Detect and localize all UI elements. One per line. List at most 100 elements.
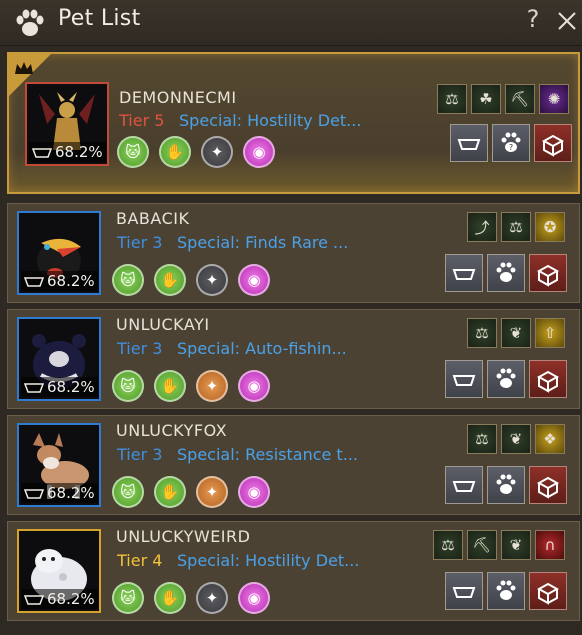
hunger-value: 68.2% — [47, 484, 95, 502]
pet-special: Special: Auto-fishin... — [177, 339, 347, 358]
pet-portrait[interactable]: 68.2% — [17, 529, 101, 613]
hostility-skill-icon: ⚖ — [437, 84, 467, 114]
hunger-value: 68.2% — [47, 590, 95, 608]
target-skill-icon: ✺ — [539, 84, 569, 114]
pouch-stat-icon: ◉ — [243, 136, 275, 168]
food-bowl-icon — [24, 383, 44, 393]
hunger-meter: 68.2% — [21, 589, 98, 609]
food-bowl-icon — [24, 489, 44, 499]
hand-stat-icon: ✋ — [154, 582, 186, 614]
svg-text:?: ? — [509, 143, 513, 152]
hostility-skill-icon: ⚖ — [433, 530, 463, 560]
compass-stat-icon: ✦ — [196, 264, 228, 296]
pet-tier: Tier 3 — [117, 339, 163, 358]
pet-portrait[interactable]: 68.2% — [25, 82, 109, 166]
weight-skill-icon: ⚖ — [467, 318, 497, 348]
box-seal-icon — [536, 582, 560, 605]
pet-special: Special: Resistance t... — [177, 445, 358, 464]
pet-info-button[interactable] — [487, 466, 525, 504]
wing-skill-icon: ❦ — [501, 424, 531, 454]
pet-info-button[interactable] — [487, 572, 525, 610]
pet-actions — [445, 466, 567, 504]
clover-skill-icon: ☘ — [471, 84, 501, 114]
hand-stat-icon: ✋ — [154, 476, 186, 508]
pet-card[interactable]: 68.2% UNLUCKAYI Tier 3 Special: Auto-fis… — [7, 309, 580, 409]
pet-portrait[interactable]: 68.2% — [17, 317, 101, 401]
paw-question-icon: ? — [501, 132, 521, 152]
horseshoe-skill-icon: ∩ — [535, 530, 565, 560]
hand-stat-icon: ✋ — [159, 136, 191, 168]
feed-button[interactable] — [445, 572, 483, 610]
feed-button[interactable] — [445, 466, 483, 504]
pickaxe-skill-icon: ⛏ — [467, 530, 497, 560]
pet-skills: ⚖ ☘ ⛏ ✺ — [437, 84, 569, 114]
help-button[interactable]: ? — [520, 5, 546, 33]
hunger-value: 68.2% — [47, 378, 95, 396]
pet-card[interactable]: 68.2% UNLUCKYFOX Tier 3 Special: Resista… — [7, 415, 580, 515]
pet-skills: ⚖ ❦ ❖ — [467, 424, 565, 454]
pet-info-button[interactable] — [487, 360, 525, 398]
feed-button[interactable] — [445, 360, 483, 398]
hunger-meter: 68.2% — [21, 271, 98, 291]
weight-skill-icon: ⚖ — [467, 424, 497, 454]
pet-tier: Tier 3 — [117, 445, 163, 464]
level-up-skill-icon: ⇧ — [535, 318, 565, 348]
close-icon[interactable] — [556, 8, 578, 34]
seal-button[interactable] — [529, 360, 567, 398]
pet-stat-row: 🐱 ✋ ✦ ◉ — [112, 264, 270, 296]
pet-info-button[interactable] — [487, 254, 525, 292]
seal-button[interactable] — [529, 254, 567, 292]
pet-skills: ⚖ ⛏ ❦ ∩ — [433, 530, 565, 560]
compass-stat-icon: ✦ — [196, 370, 228, 402]
cat-stat-icon: 🐱 — [112, 264, 144, 296]
pet-portrait[interactable]: 68.2% — [17, 423, 101, 507]
seal-button[interactable] — [529, 572, 567, 610]
pet-card[interactable]: 68.2% DEMONNECMI Tier 5 Special: Hostili… — [7, 52, 580, 194]
pet-name: DEMONNECMI — [119, 88, 237, 107]
cat-stat-icon: 🐱 — [112, 476, 144, 508]
hunger-value: 68.2% — [47, 272, 95, 290]
pouch-stat-icon: ◉ — [238, 476, 270, 508]
seal-button[interactable] — [534, 124, 572, 162]
hunger-value: 68.2% — [55, 143, 103, 161]
compass-stat-icon: ✦ — [201, 136, 233, 168]
pickaxe-skill-icon: ⛏ — [505, 84, 535, 114]
box-seal-icon — [536, 476, 560, 499]
pouch-stat-icon: ◉ — [238, 370, 270, 402]
pet-skills: ⚖ ❦ ⇧ — [467, 318, 565, 348]
pet-portrait[interactable]: 68.2% — [17, 211, 101, 295]
window-title: Pet List — [58, 6, 141, 31]
pet-actions — [445, 360, 567, 398]
paw-icon — [496, 474, 516, 494]
pet-name: UNLUCKAYI — [116, 315, 210, 334]
pet-card[interactable]: 68.2% UNLUCKYWEIRD Tier 4 Special: Hosti… — [7, 521, 580, 621]
hand-stat-icon: ✋ — [154, 370, 186, 402]
food-bowl-icon — [452, 587, 476, 598]
food-bowl-icon — [452, 269, 476, 280]
pet-tier: Tier 3 — [117, 233, 163, 252]
pet-stat-row: 🐱 ✋ ✦ ◉ — [112, 370, 270, 402]
pet-special: Special: Hostility Det... — [177, 551, 360, 570]
pet-tier: Tier 4 — [117, 551, 163, 570]
pet-card[interactable]: 68.2% BABACIK Tier 3 Special: Finds Rare… — [7, 203, 580, 303]
feed-button[interactable] — [445, 254, 483, 292]
compass-stat-icon: ✦ — [196, 582, 228, 614]
paw-icon — [16, 9, 44, 36]
pet-name: UNLUCKYFOX — [116, 421, 228, 440]
food-bowl-icon — [32, 148, 52, 158]
rare-find-skill-icon: ✪ — [535, 212, 565, 242]
food-bowl-icon — [24, 595, 44, 605]
pet-info-button[interactable]: ? — [492, 124, 530, 162]
box-seal-icon — [536, 264, 560, 287]
window-title-bar: Pet List ? — [0, 0, 582, 46]
feed-button[interactable] — [450, 124, 488, 162]
wing-skill-icon: ❦ — [501, 318, 531, 348]
hunger-meter: 68.2% — [21, 377, 98, 397]
seal-button[interactable] — [529, 466, 567, 504]
pet-actions — [445, 254, 567, 292]
compass-stat-icon: ✦ — [196, 476, 228, 508]
box-seal-icon — [541, 134, 565, 157]
food-bowl-icon — [452, 481, 476, 492]
pet-tier: Tier 5 — [119, 111, 165, 130]
pet-skills: ⤴ ⚖ ✪ — [467, 212, 565, 242]
